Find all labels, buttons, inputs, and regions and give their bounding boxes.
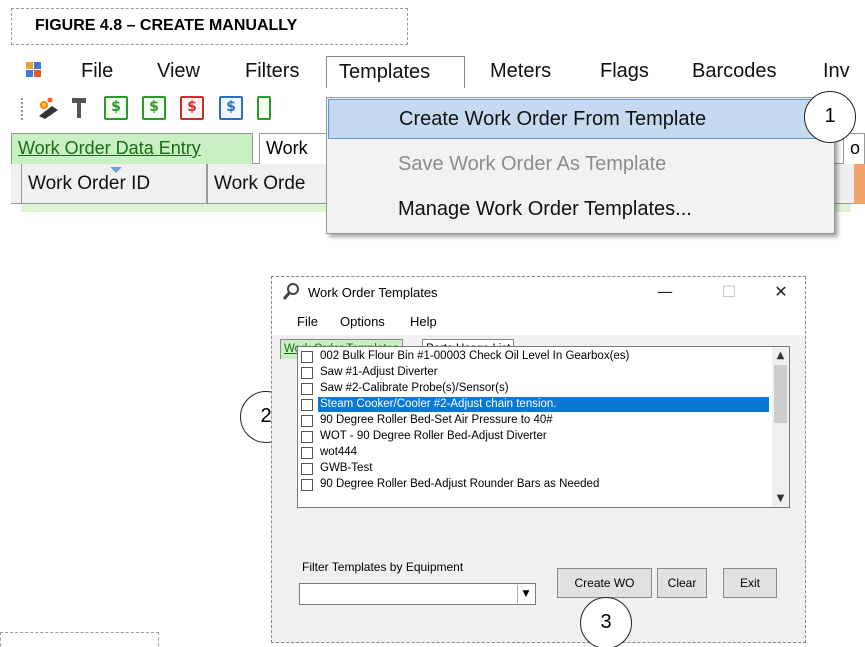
app-icon — [26, 62, 42, 78]
dollar-doc-green-icon[interactable]: $ — [142, 96, 166, 120]
clear-button[interactable]: Clear — [657, 568, 707, 598]
chevron-down-icon[interactable]: ▼ — [517, 585, 534, 603]
maximize-button: ☐ — [721, 282, 737, 301]
list-item-label: Saw #1-Adjust Diverter — [320, 366, 438, 378]
list-item-checkbox[interactable] — [301, 431, 313, 443]
tab-partial[interactable]: o — [843, 133, 865, 164]
main-application-window: File View Filters Templates Meters Flags… — [11, 50, 865, 274]
tab-work-order-data-entry[interactable]: Work Order Data Entry — [11, 133, 253, 164]
list-item-checkbox[interactable] — [301, 463, 313, 475]
list-item-label: 002 Bulk Flour Bin #1-00003 Check Oil Le… — [320, 350, 630, 362]
menu-flags[interactable]: Flags — [588, 56, 661, 88]
list-item[interactable]: wot444 — [301, 445, 766, 461]
exit-button[interactable]: Exit — [723, 568, 777, 598]
fire-tool-icon[interactable] — [36, 96, 60, 120]
dollar-doc-green-icon[interactable] — [257, 96, 271, 120]
wrench-icon — [282, 283, 300, 301]
menu-view[interactable]: View — [145, 56, 212, 88]
dialog-titlebar: Work Order Templates — ☐ ✕ — [272, 277, 805, 309]
list-item[interactable]: Saw #2-Calibrate Probe(s)/Sensor(s) — [301, 381, 766, 397]
callout-1: 1 — [804, 91, 856, 143]
dialog-title: Work Order Templates — [308, 285, 438, 300]
list-item-label: Steam Cooker/Cooler #2-Adjust chain tens… — [318, 397, 769, 412]
list-scrollbar[interactable]: ▲ ▼ — [772, 347, 789, 507]
tab-work[interactable]: Work — [259, 133, 327, 164]
list-item-checkbox[interactable] — [301, 415, 313, 427]
dollar-doc-red-icon[interactable]: $ — [180, 96, 204, 120]
list-item[interactable]: 90 Degree Roller Bed-Adjust Rounder Bars… — [301, 477, 766, 493]
wrench-icon[interactable] — [67, 96, 91, 120]
toolbar-grip[interactable] — [21, 98, 24, 120]
scroll-thumb[interactable] — [774, 365, 787, 423]
list-item[interactable]: WOT - 90 Degree Roller Bed-Adjust Divert… — [301, 429, 766, 445]
list-item-label: GWB-Test — [320, 462, 373, 474]
dialog-menu-options[interactable]: Options — [340, 314, 385, 329]
equipment-filter-select[interactable]: ▼ — [299, 583, 536, 605]
list-item[interactable]: GWB-Test — [301, 461, 766, 477]
close-button[interactable]: ✕ — [761, 280, 801, 304]
list-item-label: 90 Degree Roller Bed-Adjust Rounder Bars… — [320, 478, 600, 490]
menu-item-manage-work-order-templates[interactable]: Manage Work Order Templates... — [328, 190, 833, 230]
menu-templates[interactable]: Templates — [326, 56, 465, 88]
list-item[interactable]: Saw #1-Adjust Diverter — [301, 365, 766, 381]
figure-caption: FIGURE 4.8 – CREATE MANUALLY — [11, 8, 408, 45]
templates-dropdown-menu: Create Work Order From Template Save Wor… — [326, 97, 835, 234]
list-item-label: Saw #2-Calibrate Probe(s)/Sensor(s) — [320, 382, 509, 394]
list-item-checkbox[interactable] — [301, 399, 313, 411]
column-label: Work Order ID — [28, 173, 151, 194]
list-item-label: 90 Degree Roller Bed-Set Air Pressure to… — [320, 414, 553, 426]
menu-filters[interactable]: Filters — [233, 56, 311, 88]
menu-item-save-work-order-as-template: Save Work Order As Template — [398, 153, 667, 175]
dialog-menu-file[interactable]: File — [297, 314, 318, 329]
work-order-templates-dialog: Work Order Templates — ☐ ✕ File Options … — [271, 276, 806, 643]
dollar-doc-blue-icon[interactable]: $ — [219, 96, 243, 120]
minimize-button[interactable]: — — [645, 280, 685, 304]
column-work-order-id[interactable]: Work Order ID — [21, 164, 207, 204]
list-item-checkbox[interactable] — [301, 447, 313, 459]
menu-barcodes[interactable]: Barcodes — [680, 56, 789, 88]
grid-orange-cell — [854, 164, 865, 204]
menu-meters[interactable]: Meters — [478, 56, 563, 88]
create-wo-button[interactable]: Create WO — [557, 568, 652, 598]
figure-frame-fragment — [0, 632, 159, 647]
list-item-checkbox[interactable] — [301, 479, 313, 491]
menu-item-create-work-order-from-template[interactable]: Create Work Order From Template — [328, 99, 833, 139]
filter-label: Filter Templates by Equipment — [302, 560, 464, 574]
list-item-label: wot444 — [320, 446, 358, 458]
list-item[interactable]: 002 Bulk Flour Bin #1-00003 Check Oil Le… — [301, 349, 766, 365]
list-item-selected[interactable]: Steam Cooker/Cooler #2-Adjust chain tens… — [301, 397, 769, 413]
scroll-down-icon[interactable]: ▼ — [772, 490, 789, 507]
list-item-checkbox[interactable] — [301, 367, 313, 379]
sort-arrow-icon — [110, 167, 122, 173]
menu-inv[interactable]: Inv — [811, 56, 862, 88]
list-item-label: WOT - 90 Degree Roller Bed-Adjust Divert… — [320, 430, 547, 442]
main-menubar: File View Filters Templates Meters Flags… — [11, 50, 865, 88]
template-list[interactable]: 002 Bulk Flour Bin #1-00003 Check Oil Le… — [297, 346, 790, 508]
list-item-checkbox[interactable] — [301, 383, 313, 395]
dialog-menu-help[interactable]: Help — [410, 314, 437, 329]
list-item-checkbox[interactable] — [301, 351, 313, 363]
callout-3: 3 — [580, 597, 632, 647]
dialog-menubar: File Options Help — [272, 309, 805, 335]
scroll-up-icon[interactable]: ▲ — [772, 347, 789, 364]
list-item[interactable]: 90 Degree Roller Bed-Set Air Pressure to… — [301, 413, 766, 429]
menu-file[interactable]: File — [69, 56, 125, 88]
dollar-doc-green-icon[interactable]: $ — [104, 96, 128, 120]
